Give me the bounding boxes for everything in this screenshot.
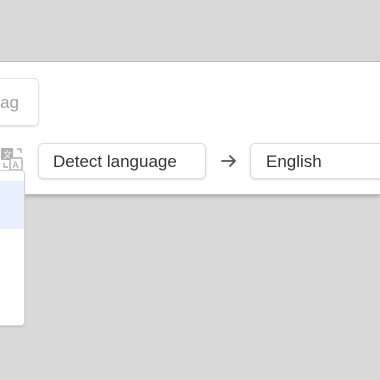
image-input-label: ag xyxy=(0,93,19,112)
language-dropdown[interactable] xyxy=(0,170,25,326)
dropdown-item-selected[interactable] xyxy=(0,181,24,229)
source-language-button[interactable]: Detect language xyxy=(38,143,206,179)
arrow-right-icon xyxy=(221,155,236,167)
image-input-button[interactable]: ag xyxy=(0,78,39,126)
translate-swap-icon[interactable]: 文 A xyxy=(0,146,24,172)
target-language-button[interactable]: English xyxy=(250,143,380,179)
svg-text:A: A xyxy=(13,160,19,170)
